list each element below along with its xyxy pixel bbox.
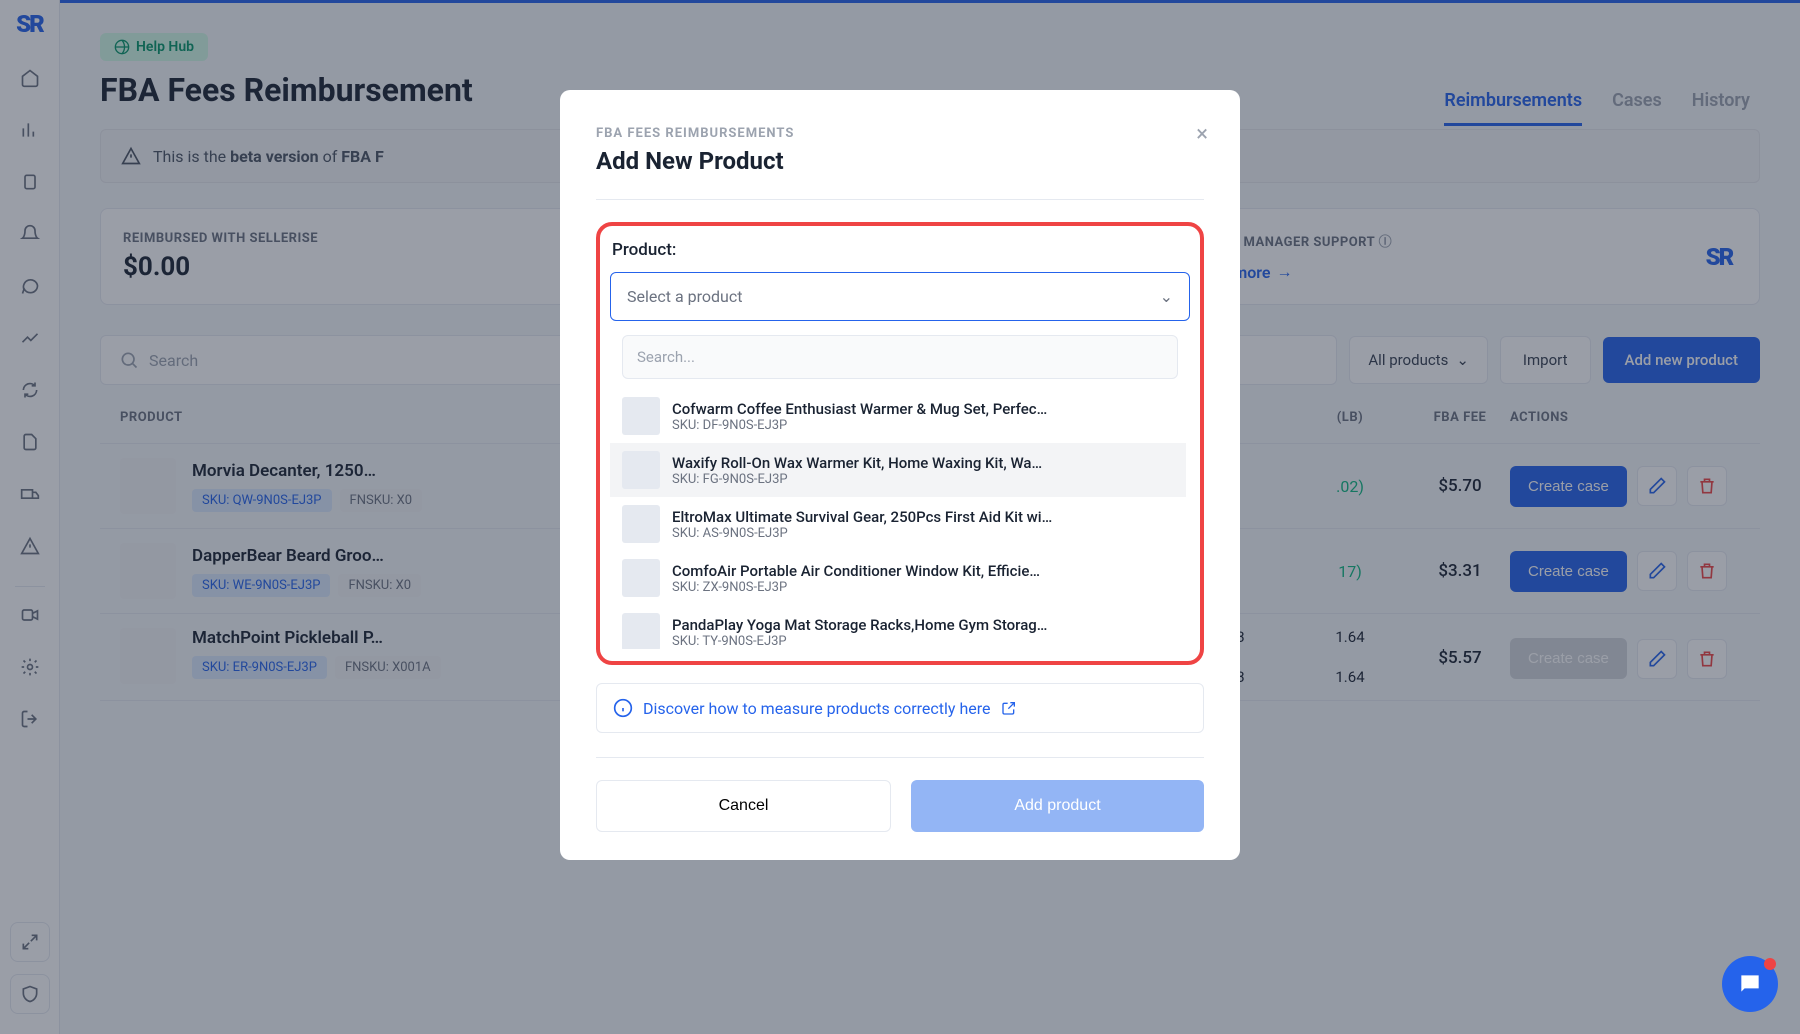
option-thumbnail <box>622 559 660 597</box>
chat-bubble-icon <box>1737 971 1763 997</box>
measure-info-link[interactable]: Discover how to measure products correct… <box>596 683 1204 733</box>
option-thumbnail <box>622 397 660 435</box>
add-product-submit-button[interactable]: Add product <box>911 780 1204 832</box>
chat-widget[interactable] <box>1722 956 1778 1012</box>
option-thumbnail <box>622 451 660 489</box>
modal-title: Add New Product <box>596 147 1204 175</box>
chevron-down-icon: ⌄ <box>1160 287 1173 306</box>
product-select-highlight: Product: Select a product ⌄ Search... Co… <box>596 222 1204 665</box>
product-option[interactable]: PandaPlay Yoga Mat Storage Racks,Home Gy… <box>610 605 1186 649</box>
product-option[interactable]: EltroMax Ultimate Survival Gear, 250Pcs … <box>610 497 1186 551</box>
product-option[interactable]: ComfoAir Portable Air Conditioner Window… <box>610 551 1186 605</box>
option-thumbnail <box>622 613 660 649</box>
modal-breadcrumb: FBA FEES REIMBURSEMENTS <box>596 126 1204 141</box>
option-list: Cofwarm Coffee Enthusiast Warmer & Mug S… <box>610 389 1190 649</box>
product-option[interactable]: Waxify Roll-On Wax Warmer Kit, Home Waxi… <box>610 443 1186 497</box>
option-thumbnail <box>622 505 660 543</box>
add-product-modal: FBA FEES REIMBURSEMENTS Add New Product … <box>560 90 1240 860</box>
cancel-button[interactable]: Cancel <box>596 780 891 832</box>
modal-overlay[interactable]: FBA FEES REIMBURSEMENTS Add New Product … <box>0 0 1800 1034</box>
option-search-input[interactable]: Search... <box>622 335 1178 379</box>
close-icon[interactable]: × <box>1196 122 1208 147</box>
field-label: Product: <box>610 240 1190 260</box>
external-link-icon <box>1001 700 1017 716</box>
divider <box>596 199 1204 200</box>
info-icon <box>613 698 633 718</box>
product-option[interactable]: Cofwarm Coffee Enthusiast Warmer & Mug S… <box>610 389 1186 443</box>
product-select[interactable]: Select a product ⌄ <box>610 272 1190 321</box>
